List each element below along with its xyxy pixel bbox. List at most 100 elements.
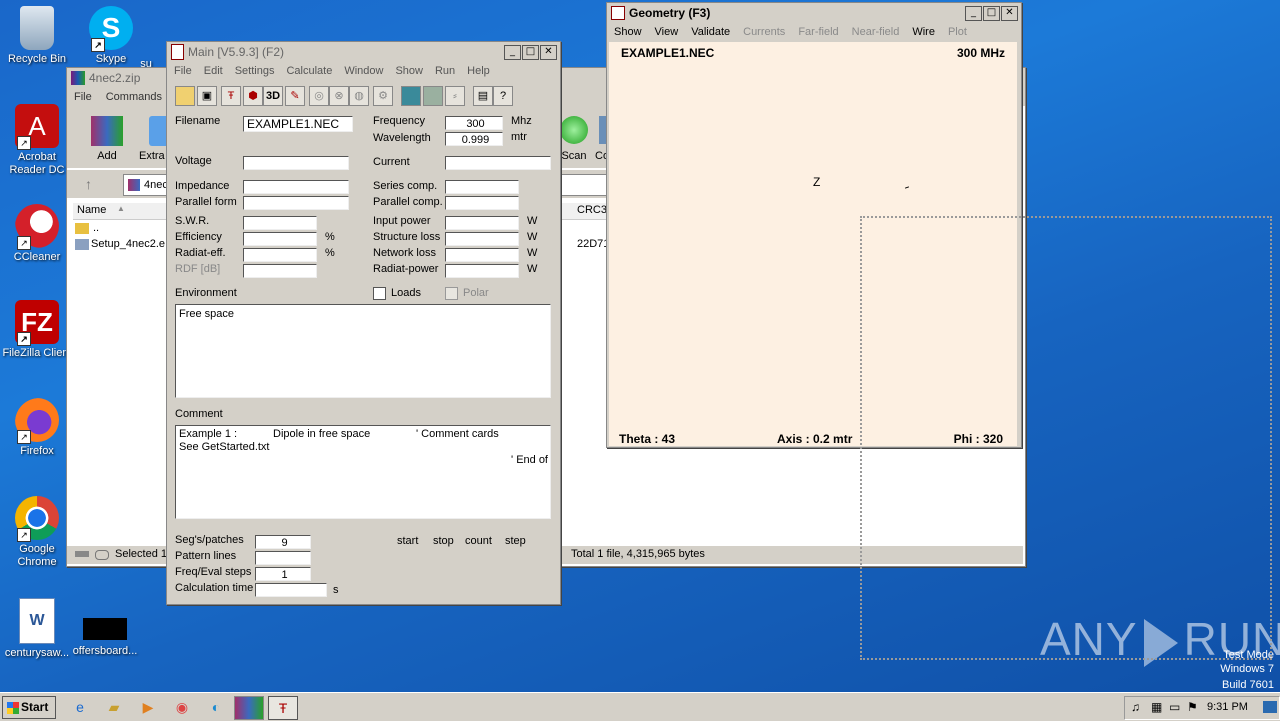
desktop-icon-ccleaner[interactable]: ↗ CCleaner — [0, 204, 74, 264]
power-icon[interactable]: ▭ — [1169, 700, 1180, 714]
status-selected: Selected 1 — [115, 548, 167, 560]
edit-icon[interactable]: ✎ — [285, 86, 305, 106]
archive-menu-file[interactable]: File — [74, 91, 92, 103]
theta-readout: Theta : 43 — [619, 432, 676, 446]
optimizer-icon[interactable]: ◎ — [309, 86, 329, 106]
archive-path-text: 4nec — [144, 179, 168, 191]
archive-menu-commands[interactable]: Commands — [106, 91, 162, 103]
sweep-icon[interactable]: ⊗ — [329, 86, 349, 106]
environment-textarea[interactable]: Free space — [175, 304, 551, 398]
volume-icon[interactable]: ♫ — [1131, 700, 1140, 714]
menu-edit[interactable]: Edit — [204, 65, 223, 77]
structure-loss-field — [445, 232, 519, 246]
folder-icon — [75, 222, 89, 234]
menu-file[interactable]: File — [174, 65, 192, 77]
desktop-icon-word-doc[interactable]: W centurysaw... — [0, 598, 74, 660]
up-arrow-icon[interactable]: ↑ — [85, 176, 92, 192]
geo-menu-view[interactable]: View — [655, 26, 679, 38]
polar-checkbox[interactable] — [445, 287, 458, 300]
geometry-titlebar[interactable]: Geometry (F3) _ □ ✕ — [607, 3, 1021, 23]
media-player-taskbar-icon[interactable]: ▶ — [134, 696, 162, 718]
maximize-button[interactable]: □ — [983, 5, 1000, 21]
geo-menu-currents[interactable]: Currents — [743, 26, 785, 38]
loads-checkbox[interactable] — [373, 287, 386, 300]
recycle-bin-icon — [20, 6, 54, 50]
frequency-field[interactable]: 300 — [445, 116, 503, 130]
menu-calculate[interactable]: Calculate — [286, 65, 332, 77]
edge-taskbar-icon[interactable]: ◐ — [202, 696, 230, 718]
wavelength-field[interactable]: 0.999 — [445, 132, 503, 146]
antenna-app-icon — [171, 44, 184, 60]
desktop-icon-label: offersboard... — [72, 645, 138, 657]
efficiency-field — [243, 232, 317, 246]
calculator-icon[interactable] — [401, 86, 421, 106]
geo-menu-near-field[interactable]: Near-field — [852, 26, 900, 38]
menu-settings[interactable]: Settings — [235, 65, 275, 77]
cube-icon[interactable]: ⬢ — [243, 86, 263, 106]
desktop-icon-chrome[interactable]: ↗ Google Chrome — [0, 496, 74, 569]
minimize-button[interactable]: _ — [965, 5, 982, 21]
geo-menu-far-field[interactable]: Far-field — [798, 26, 838, 38]
list-item[interactable]: .. — [75, 222, 175, 236]
winrar-icon — [71, 71, 85, 85]
geo-menu-validate[interactable]: Validate — [691, 26, 730, 38]
menu-help[interactable]: Help — [467, 65, 490, 77]
desktop-icon-offersboard[interactable]: offersboard... — [68, 598, 142, 658]
book-icon[interactable]: ▤ — [473, 86, 493, 106]
file-name: Setup_4nec2.e — [91, 238, 166, 250]
geo-menu-plot[interactable]: Plot — [948, 26, 967, 38]
show-desktop-icon[interactable] — [1263, 701, 1277, 713]
desktop-icon-recycle-bin[interactable]: Recycle Bin — [0, 6, 74, 66]
impedance-label: Impedance — [175, 180, 230, 192]
view-3d-icon[interactable]: 3D — [263, 86, 283, 106]
help-icon[interactable]: ? — [493, 86, 513, 106]
clock[interactable]: 9:31 PM — [1207, 701, 1248, 713]
desktop-icon-acrobat[interactable]: A ↗ Acrobat Reader DC — [0, 104, 74, 177]
explorer-taskbar-icon[interactable]: ▰ — [100, 696, 128, 718]
loads-label: Loads — [391, 287, 421, 299]
menu-window[interactable]: Window — [344, 65, 383, 77]
minimize-button[interactable]: _ — [504, 44, 521, 60]
black-file-icon — [83, 618, 127, 640]
start-button[interactable]: Start — [2, 696, 56, 719]
extract-button[interactable]: Extra — [139, 116, 169, 162]
main-titlebar[interactable]: Main [V5.9.3] (F2) _ □ ✕ — [167, 42, 560, 62]
close-button[interactable]: ✕ — [540, 44, 557, 60]
radiat-power-field — [445, 264, 519, 278]
save-icon[interactable]: ▣ — [197, 86, 217, 106]
menu-show[interactable]: Show — [395, 65, 423, 77]
desktop-icon-filezilla[interactable]: FZ ↗ FileZilla Client — [0, 300, 74, 360]
maximize-button[interactable]: □ — [522, 44, 539, 60]
winrar-taskbar-icon[interactable] — [234, 696, 264, 720]
geo-menu-wire[interactable]: Wire — [912, 26, 935, 38]
comment-label: Comment — [175, 408, 223, 420]
antenna-icon[interactable]: Ŧ — [221, 86, 241, 106]
settings-icon[interactable]: ⚙ — [373, 86, 393, 106]
wrench-icon[interactable]: ⸗ — [445, 86, 465, 106]
wavelength-label: Wavelength — [373, 132, 431, 144]
grid-icon[interactable] — [423, 86, 443, 106]
network-icon[interactable]: ▦ — [1151, 700, 1162, 714]
pattern-icon[interactable]: ◍ — [349, 86, 369, 106]
open-file-icon[interactable] — [175, 86, 195, 106]
desktop-icon-firefox[interactable]: ↗ Firefox — [0, 398, 74, 458]
4nec2-taskbar-icon[interactable]: Ŧ — [268, 696, 298, 720]
calc-time-field — [255, 583, 327, 597]
add-button[interactable]: Add — [87, 116, 127, 162]
chrome-taskbar-icon[interactable]: ◉ — [168, 696, 196, 718]
column-name[interactable]: Name — [77, 204, 106, 216]
comment-textarea[interactable]: Example 1 : Dipole in free space ' Comme… — [175, 425, 551, 519]
comment-line1-a: Example 1 : — [179, 428, 238, 440]
windows-version-label: Windows 7 — [1220, 663, 1274, 675]
menu-run[interactable]: Run — [435, 65, 455, 77]
desktop-icon-label: FileZilla Client — [2, 347, 72, 359]
selection-rectangle — [860, 216, 1272, 660]
geo-menu-show[interactable]: Show — [614, 26, 642, 38]
flag-icon[interactable]: ⚑ — [1187, 700, 1198, 714]
current-label: Current — [373, 156, 410, 168]
filename-field[interactable]: EXAMPLE1.NEC — [243, 116, 353, 132]
virus-scan-button[interactable]: Scan — [559, 116, 589, 162]
ie-taskbar-icon[interactable]: e — [66, 696, 94, 718]
main-window[interactable]: Main [V5.9.3] (F2) _ □ ✕ File Edit Setti… — [166, 41, 561, 605]
close-button[interactable]: ✕ — [1001, 5, 1018, 21]
